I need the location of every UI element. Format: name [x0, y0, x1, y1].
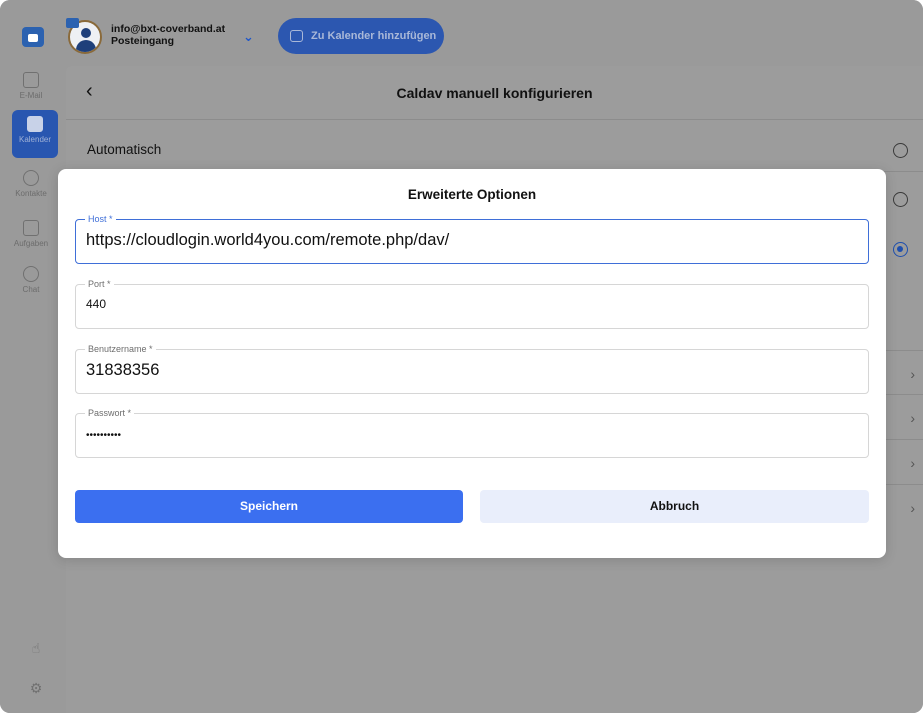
host-label: Host * — [85, 213, 116, 225]
sidebar-item-calendar[interactable]: Kalender — [12, 110, 58, 158]
port-label: Port * — [85, 278, 114, 290]
sidebar-item-label: Kontakte — [15, 189, 47, 198]
calendar-add-icon — [290, 30, 303, 42]
sidebar-item-contacts[interactable]: Kontakte — [0, 164, 62, 210]
sidebar-item-tasks[interactable]: Aufgaben — [0, 214, 62, 260]
sidebar-item-label: E-Mail — [19, 91, 43, 100]
thumbs-up-icon[interactable]: ☝ — [28, 640, 44, 656]
sidebar-item-label: Chat — [22, 285, 40, 294]
radio-option-2[interactable] — [893, 192, 908, 207]
cancel-button[interactable]: Abbruch — [480, 490, 869, 523]
host-input[interactable]: https://cloudlogin.world4you.com/remote.… — [86, 231, 449, 250]
chevron-right-icon[interactable]: › — [910, 500, 915, 516]
dialog-title: Erweiterte Optionen — [407, 187, 537, 202]
add-to-calendar-button[interactable]: Zu Kalender hinzufügen — [278, 18, 444, 54]
port-input[interactable]: 440 — [86, 297, 106, 311]
sidebar-item-label: Aufgaben — [13, 239, 49, 248]
avatar-body — [76, 40, 96, 52]
port-field[interactable]: Port * 440 — [75, 278, 869, 329]
sidebar: E-Mail Kalender Kontakte Aufgaben Chat ☝… — [0, 62, 62, 713]
chevron-down-icon[interactable]: ⌄ — [243, 29, 257, 44]
username-label: Benutzername * — [85, 343, 156, 355]
option-row-automatic[interactable]: Automatisch — [66, 126, 923, 172]
password-input[interactable]: •••••••••• — [86, 430, 121, 441]
avatar-head — [81, 28, 91, 38]
title-bar: info@bxt-coverband.at Posteingang ⌄ Zu K… — [0, 0, 923, 62]
sidebar-item-email[interactable]: E-Mail — [0, 66, 62, 112]
account-folder: Posteingang — [111, 35, 175, 47]
radio-manual[interactable] — [893, 242, 908, 257]
app-window: info@bxt-coverband.at Posteingang ⌄ Zu K… — [0, 0, 923, 713]
account-email: info@bxt-coverband.at — [111, 23, 226, 35]
sidebar-item-chat[interactable]: Chat — [0, 260, 62, 306]
account-info[interactable]: info@bxt-coverband.at Posteingang — [111, 23, 225, 47]
mail-badge-icon — [66, 18, 79, 28]
page-title: Caldav manuell konfigurieren — [396, 85, 593, 101]
gear-icon[interactable]: ⚙ — [28, 680, 44, 696]
chat-icon — [23, 266, 39, 282]
password-label: Passwort * — [85, 407, 135, 419]
host-field[interactable]: Host * https://cloudlogin.world4you.com/… — [75, 213, 869, 264]
advanced-options-dialog: Erweiterte Optionen Host * https://cloud… — [58, 169, 886, 558]
password-field[interactable]: Passwort * •••••••••• — [75, 407, 869, 458]
contacts-icon — [23, 170, 39, 186]
automatic-label: Automatisch — [87, 142, 162, 157]
chevron-right-icon[interactable]: › — [910, 366, 915, 382]
radio-automatic[interactable] — [893, 143, 908, 158]
inbox-icon — [23, 72, 39, 88]
username-input[interactable]: 31838356 — [86, 361, 159, 380]
save-button[interactable]: Speichern — [75, 490, 463, 523]
username-field[interactable]: Benutzername * 31838356 — [75, 343, 869, 394]
app-home-icon[interactable] — [22, 27, 44, 47]
add-to-calendar-label: Zu Kalender hinzufügen — [311, 30, 437, 42]
calendar-icon — [27, 116, 43, 132]
tasks-icon — [23, 220, 39, 236]
chevron-right-icon[interactable]: › — [910, 410, 915, 426]
chevron-right-icon[interactable]: › — [910, 455, 915, 471]
sidebar-item-label: Kalender — [18, 135, 52, 144]
content-header: ‹ Caldav manuell konfigurieren — [66, 66, 923, 120]
